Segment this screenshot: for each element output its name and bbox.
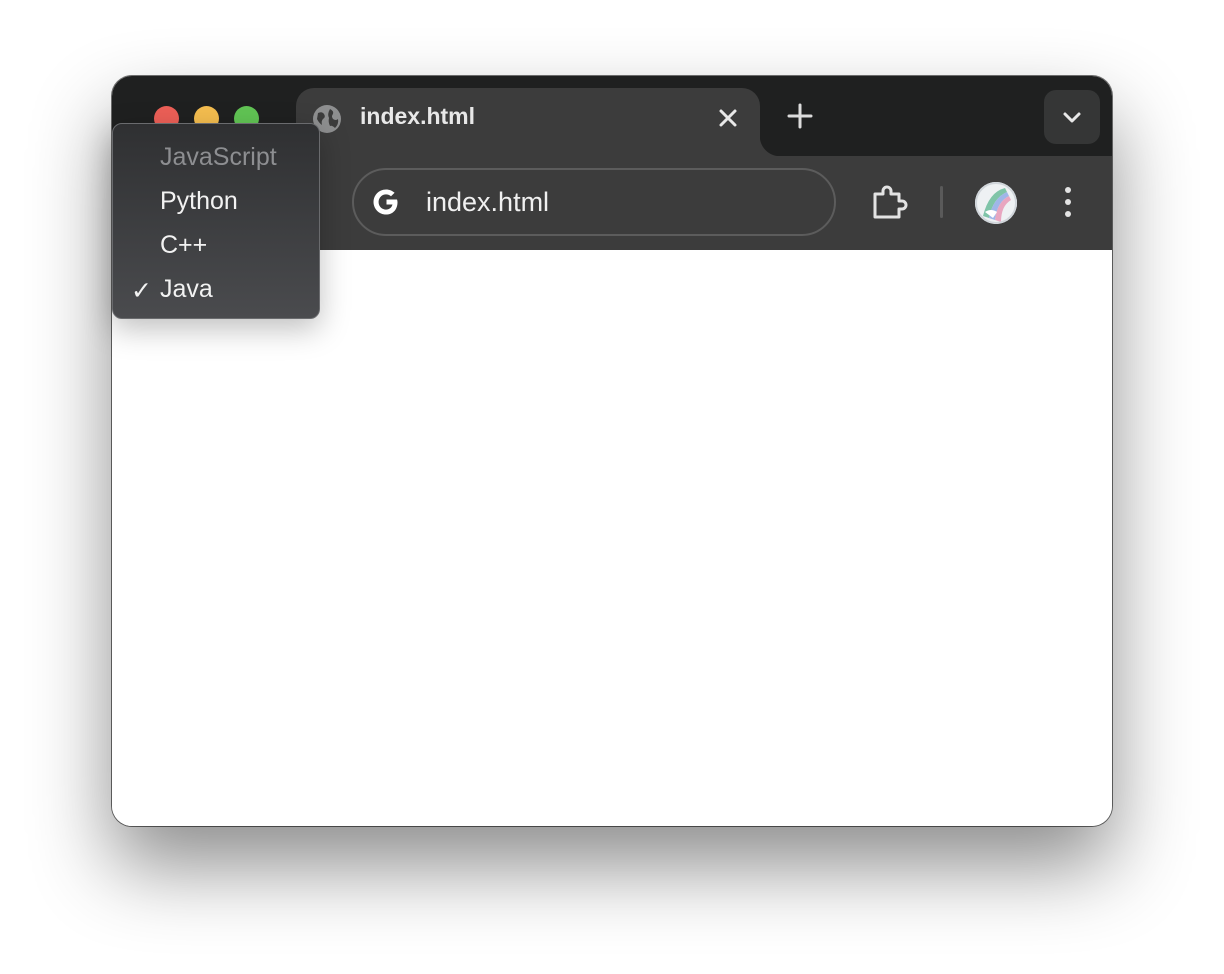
option-label: C++ (160, 231, 208, 259)
avatar-image (975, 182, 1017, 224)
tab-title: index.html (360, 103, 476, 129)
option-cpp[interactable]: C++ (113, 223, 319, 267)
toolbar-divider (940, 186, 943, 218)
option-java[interactable]: ✓ Java (113, 267, 319, 311)
new-tab-plus-icon[interactable] (786, 102, 814, 130)
url-text: index.html (426, 187, 550, 217)
tab-index-html[interactable]: index.html (296, 88, 780, 156)
chevron-down-icon (1063, 112, 1081, 123)
checkmark-icon: ✓ (131, 276, 152, 305)
close-tab-icon[interactable] (714, 104, 742, 132)
option-javascript: JavaScript (113, 135, 319, 179)
profile-avatar[interactable] (975, 182, 1017, 224)
option-label: JavaScript (160, 143, 277, 171)
option-label: Java (160, 275, 213, 303)
option-label: Python (160, 187, 238, 215)
extensions-puzzle-icon[interactable] (870, 184, 908, 222)
google-g-icon (373, 189, 398, 215)
tab-search-button[interactable] (1044, 90, 1100, 144)
language-select-dropdown: JavaScript Python C++ ✓ Java (112, 123, 320, 319)
more-vert-icon[interactable] (1056, 184, 1080, 220)
page-content (112, 250, 1112, 826)
option-python[interactable]: Python (113, 179, 319, 223)
address-bar[interactable]: index.html (352, 168, 836, 236)
